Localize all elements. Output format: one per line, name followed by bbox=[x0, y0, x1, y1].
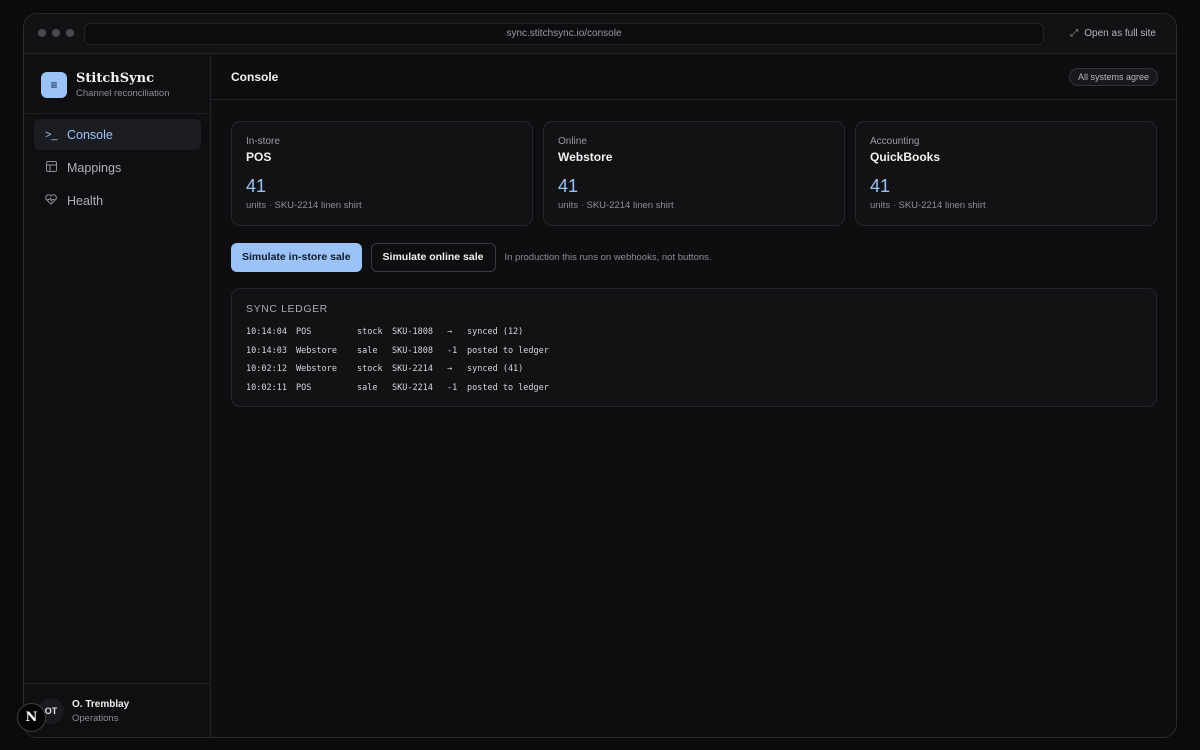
sidebar-nav: >_ Console Mappings Health bbox=[34, 119, 201, 218]
card-caption: units · SKU-2214 linen shirt bbox=[246, 200, 362, 211]
ledger-time: 10:02:11 bbox=[246, 382, 287, 393]
sync-ledger: SYNC LEDGER 10:14:04 POS stock SKU-1808 … bbox=[231, 288, 1157, 407]
ledger-delta: → bbox=[447, 364, 453, 375]
card-title: POS bbox=[246, 150, 272, 164]
table-icon bbox=[45, 160, 57, 175]
ledger-row: 10:02:11 POS sale SKU-2214 -1 posted to … bbox=[246, 379, 549, 398]
ledger-kind: sale bbox=[357, 345, 378, 356]
sidebar-item-console[interactable]: >_ Console bbox=[34, 119, 201, 150]
ledger-sku: SKU-1808 bbox=[392, 345, 433, 356]
card-title: Webstore bbox=[558, 150, 613, 164]
ledger-result: synced (41) bbox=[467, 364, 524, 375]
card-value: 41 bbox=[558, 176, 579, 196]
ledger-time: 10:14:03 bbox=[246, 345, 287, 356]
card-caption: units · SKU-2214 linen shirt bbox=[558, 200, 674, 211]
user-name: O. Tremblay bbox=[72, 699, 130, 710]
sidebar-item-health[interactable]: Health bbox=[34, 185, 201, 216]
card-value: 41 bbox=[246, 176, 267, 196]
channel-card-pos: In-store POS 41 units · SKU-2214 linen s… bbox=[231, 121, 533, 226]
sidebar-item-label: Console bbox=[67, 127, 113, 142]
ledger-source: Webstore bbox=[296, 364, 337, 375]
dev-tools-badge[interactable]: N bbox=[17, 703, 46, 732]
sidebar-divider bbox=[24, 113, 210, 114]
ledger-kind: stock bbox=[357, 364, 383, 375]
status-badge: All systems agree bbox=[1068, 68, 1158, 86]
expand-icon: ⤢ bbox=[1070, 28, 1079, 39]
simulate-in-store-sale-button[interactable]: Simulate in-store sale bbox=[231, 243, 362, 272]
ledger-row: 10:02:12 Webstore stock SKU-2214 → synce… bbox=[246, 360, 549, 379]
simulate-online-sale-button[interactable]: Simulate online sale bbox=[370, 243, 496, 272]
browser-titlebar: sync.stitchsync.io/console ⤢ Open as ful… bbox=[24, 14, 1176, 54]
ledger-delta: -1 bbox=[447, 345, 458, 356]
ledger-time: 10:02:12 bbox=[246, 364, 287, 375]
ledger-row: 10:14:03 Webstore sale SKU-1808 -1 poste… bbox=[246, 342, 549, 361]
ledger-delta: → bbox=[447, 327, 453, 338]
sidebar-item-label: Health bbox=[67, 193, 104, 208]
ledger-result: synced (12) bbox=[467, 327, 524, 338]
menu-icon: ≡ bbox=[41, 72, 67, 98]
ledger-row: 10:14:04 POS stock SKU-1808 → synced (12… bbox=[246, 323, 549, 342]
ledger-source: POS bbox=[296, 382, 312, 393]
ledger-kind: sale bbox=[357, 382, 378, 393]
terminal-icon: >_ bbox=[45, 128, 58, 141]
window-controls bbox=[38, 29, 74, 37]
brand-subtitle: Channel reconciliation bbox=[76, 88, 170, 99]
ledger-sku: SKU-2214 bbox=[392, 382, 433, 393]
close-dot[interactable] bbox=[38, 29, 46, 37]
page-header: Console All systems agree bbox=[211, 54, 1176, 100]
maximize-dot[interactable] bbox=[66, 29, 74, 37]
sidebar-item-mappings[interactable]: Mappings bbox=[34, 152, 201, 183]
card-kicker: Accounting bbox=[870, 136, 920, 147]
ledger-result: posted to ledger bbox=[467, 382, 549, 393]
ledger-sku: SKU-2214 bbox=[392, 364, 433, 375]
ledger-source: Webstore bbox=[296, 345, 337, 356]
card-caption: units · SKU-2214 linen shirt bbox=[870, 200, 986, 211]
simulation-actions: Simulate in-store sale Simulate online s… bbox=[231, 243, 712, 272]
channel-card-webstore: Online Webstore 41 units · SKU-2214 line… bbox=[543, 121, 845, 226]
brand-name: StitchSync bbox=[76, 71, 155, 86]
sidebar: ≡ StitchSync Channel reconciliation >_ C… bbox=[24, 54, 211, 737]
ledger-rows: 10:14:04 POS stock SKU-1808 → synced (12… bbox=[246, 323, 549, 397]
channel-card-quickbooks: Accounting QuickBooks 41 units · SKU-221… bbox=[855, 121, 1157, 226]
ledger-source: POS bbox=[296, 327, 312, 338]
card-title: QuickBooks bbox=[870, 150, 941, 164]
sidebar-item-label: Mappings bbox=[67, 160, 122, 175]
ledger-title: SYNC LEDGER bbox=[246, 303, 328, 315]
user-profile[interactable]: OT O. Tremblay Operations bbox=[24, 683, 210, 737]
ledger-result: posted to ledger bbox=[467, 345, 549, 356]
card-kicker: Online bbox=[558, 136, 587, 147]
user-role: Operations bbox=[72, 713, 119, 724]
card-value: 41 bbox=[870, 176, 891, 196]
ledger-kind: stock bbox=[357, 327, 383, 338]
open-full-site-label: Open as full site bbox=[1084, 28, 1156, 39]
brand[interactable]: ≡ StitchSync Channel reconciliation bbox=[41, 71, 169, 99]
main-content: Console All systems agree In-store POS 4… bbox=[211, 54, 1176, 737]
page-title: Console bbox=[231, 70, 279, 84]
ledger-delta: -1 bbox=[447, 382, 458, 393]
address-bar[interactable]: sync.stitchsync.io/console bbox=[84, 23, 1044, 45]
card-kicker: In-store bbox=[246, 136, 280, 147]
open-full-site-button[interactable]: ⤢ Open as full site bbox=[1060, 23, 1166, 45]
ledger-sku: SKU-1808 bbox=[392, 327, 433, 338]
minimize-dot[interactable] bbox=[52, 29, 60, 37]
app-window: sync.stitchsync.io/console ⤢ Open as ful… bbox=[23, 13, 1177, 738]
heart-pulse-icon bbox=[45, 193, 57, 208]
actions-hint: In production this runs on webhooks, not… bbox=[504, 252, 712, 263]
ledger-time: 10:14:04 bbox=[246, 327, 287, 338]
